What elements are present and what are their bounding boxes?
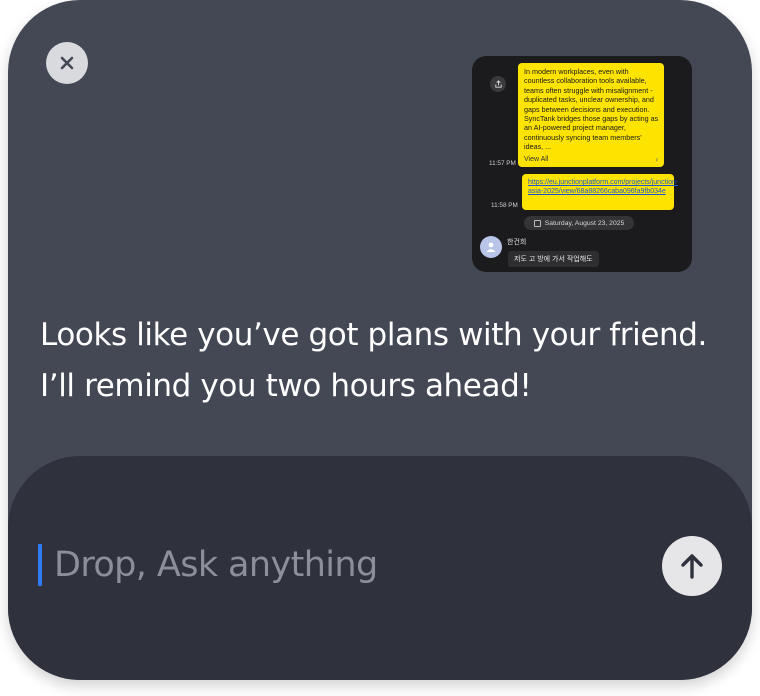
date-label: Saturday, August 23, 2025	[544, 219, 625, 227]
close-button[interactable]	[46, 42, 88, 84]
chat-bubble-text: In modern workplaces, even with countles…	[518, 63, 664, 167]
assistant-message: Looks like you’ve got plans with your fr…	[40, 310, 707, 412]
view-all-link: View All	[524, 156, 549, 163]
assistant-message-line: I’ll remind you two hours ahead!	[40, 368, 532, 404]
ask-input[interactable]	[54, 540, 614, 590]
assistant-panel: In modern workplaces, even with countles…	[8, 0, 752, 680]
share-icon	[490, 76, 506, 92]
shared-link: https://eu.junctionplatform.com/projects…	[528, 179, 679, 196]
attached-screenshot-thumbnail[interactable]: In modern workplaces, even with countles…	[472, 56, 692, 272]
arrow-up-icon	[681, 554, 703, 579]
chat-bubble-message: In modern workplaces, even with countles…	[524, 67, 659, 152]
avatar	[480, 236, 502, 258]
close-icon	[60, 56, 74, 70]
person-icon	[486, 242, 496, 252]
assistant-message-line: Looks like you’ve got plans with your fr…	[40, 317, 707, 353]
message-time: 11:57 PM	[489, 160, 516, 167]
text-caret	[38, 544, 42, 586]
composer	[8, 456, 752, 680]
calendar-icon	[533, 219, 541, 227]
message-time: 11:58 PM	[491, 202, 518, 209]
sender-name: 한건희	[507, 239, 527, 246]
date-divider: Saturday, August 23, 2025	[524, 216, 634, 230]
send-button[interactable]	[662, 536, 722, 596]
chevron-right-icon: ›	[655, 155, 658, 164]
chat-bubble-link: https://eu.junctionplatform.com/projects…	[522, 174, 679, 210]
chat-bubble-reply: 저도 고 방에 가서 작업해도	[508, 251, 599, 267]
